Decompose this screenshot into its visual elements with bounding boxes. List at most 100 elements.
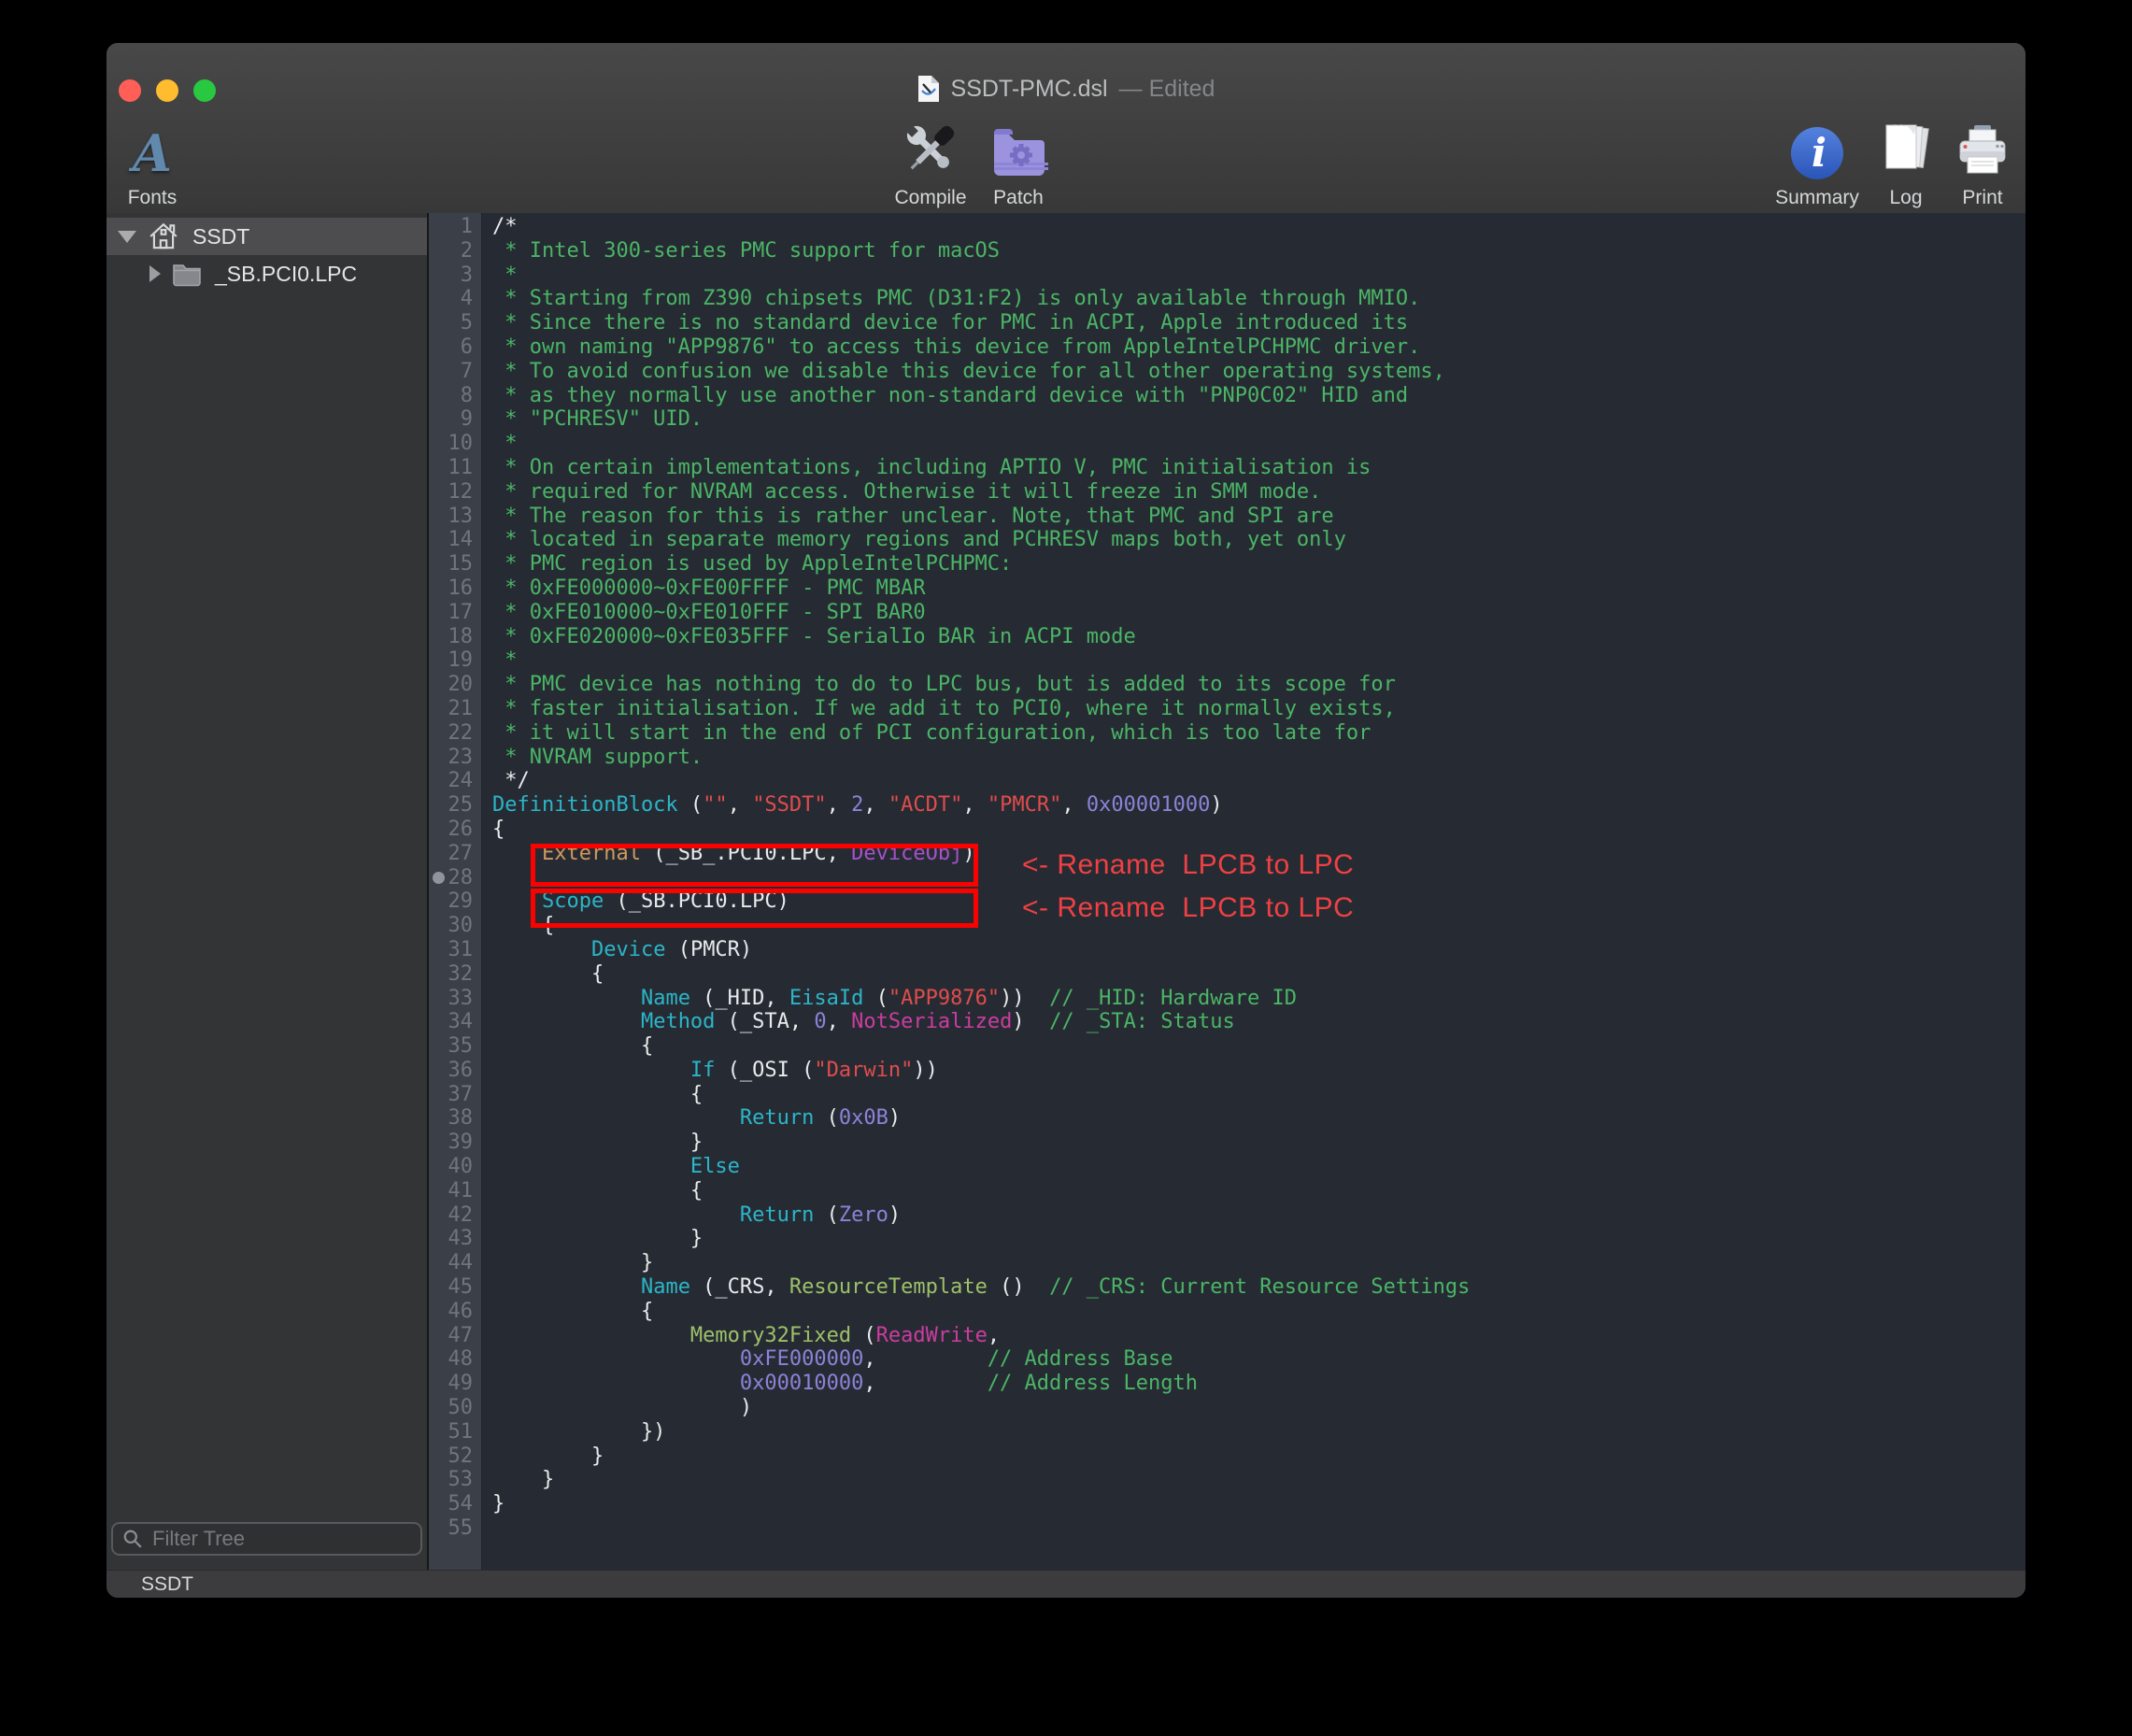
folder-icon xyxy=(172,261,202,287)
code-line: 0x00010000, // Address Length xyxy=(492,1372,2025,1396)
line-number: 25 xyxy=(429,793,481,818)
line-number: 30 xyxy=(429,914,481,938)
svg-text:i: i xyxy=(1812,130,1826,176)
print-label: Print xyxy=(1925,187,2025,209)
code-line: * On certain implementations, including … xyxy=(492,456,2025,480)
print-printer-icon xyxy=(1925,116,2025,181)
line-number: 29 xyxy=(429,889,481,914)
line-number: 24 xyxy=(429,769,481,793)
annotation-rename-scope: <- Rename LPCB to LPC xyxy=(1022,889,1354,928)
code-line: * own naming "APP9876" to access this de… xyxy=(492,335,2025,360)
line-number: 8 xyxy=(429,384,481,408)
code-line: /* xyxy=(492,215,2025,239)
code-line: * xyxy=(492,432,2025,456)
line-number: 51 xyxy=(429,1420,481,1444)
line-number: 11 xyxy=(429,456,481,480)
code-line: */ xyxy=(492,769,2025,793)
fonts-button[interactable]: A Fonts xyxy=(107,116,210,209)
line-number: 50 xyxy=(429,1396,481,1420)
code-line: { xyxy=(492,1034,2025,1059)
line-number: 43 xyxy=(429,1227,481,1251)
code-line: * To avoid confusion we disable this dev… xyxy=(492,360,2025,384)
code-line: * it will start in the end of PCI config… xyxy=(492,721,2025,746)
code-line: * xyxy=(492,263,2025,288)
sidebar-item-sb-pci0-lpc[interactable]: _SB.PCI0.LPC xyxy=(107,255,427,292)
disclosure-collapsed-icon[interactable] xyxy=(149,265,161,282)
code-line: * PMC region is used by AppleIntelPCHPMC… xyxy=(492,552,2025,576)
desktop: { "window_title": { "filename": "SSDT-PM… xyxy=(0,0,2132,1736)
code-line: * The reason for this is rather unclear.… xyxy=(492,505,2025,529)
code-line: } xyxy=(492,1227,2025,1251)
line-number: 40 xyxy=(429,1155,481,1179)
line-number: 1 xyxy=(429,215,481,239)
line-number: 17 xyxy=(429,601,481,625)
line-number: 2 xyxy=(429,239,481,263)
code-line: * located in separate memory regions and… xyxy=(492,528,2025,552)
patch-label: Patch xyxy=(960,187,1076,209)
code-line: } xyxy=(492,1492,2025,1516)
status-bar: SSDT xyxy=(107,1570,2025,1598)
patch-folder-icon xyxy=(960,116,1076,181)
line-number: 53 xyxy=(429,1468,481,1492)
status-selection-path: SSDT xyxy=(141,1573,193,1596)
line-number: 54 xyxy=(429,1492,481,1516)
line-number: 44 xyxy=(429,1251,481,1275)
line-number: 38 xyxy=(429,1106,481,1131)
line-number: 6 xyxy=(429,335,481,360)
fonts-label: Fonts xyxy=(107,187,210,209)
line-number: 18 xyxy=(429,625,481,649)
line-number: 33 xyxy=(429,987,481,1011)
filter-tree-field[interactable] xyxy=(111,1522,422,1556)
line-number: 49 xyxy=(429,1372,481,1396)
line-number: 37 xyxy=(429,1083,481,1107)
line-number: 31 xyxy=(429,938,481,962)
code-line: * NVRAM support. xyxy=(492,746,2025,770)
sidebar-root-label: SSDT xyxy=(192,224,249,249)
code-line: * xyxy=(492,648,2025,673)
fonts-icon: A xyxy=(107,116,210,181)
maciasl-window: SSDT-PMC.dsl — Edited A Fonts xyxy=(107,43,2025,1598)
code-line: * required for NVRAM access. Otherwise i… xyxy=(492,480,2025,505)
annotation-rename-external: <- Rename LPCB to LPC xyxy=(1022,846,1354,885)
line-number: 10 xyxy=(429,432,481,456)
window-title: SSDT-PMC.dsl — Edited xyxy=(107,73,2025,105)
line-number: 34 xyxy=(429,1010,481,1034)
code-line xyxy=(492,1516,2025,1541)
code-line: * 0xFE020000~0xFE035FFF - SerialIo BAR i… xyxy=(492,625,2025,649)
highlight-box-scope-line xyxy=(531,889,978,928)
patch-button[interactable]: Patch xyxy=(960,116,1076,209)
line-number: 52 xyxy=(429,1444,481,1469)
code-line: If (_OSI ("Darwin")) xyxy=(492,1059,2025,1083)
code-line: * "PCHRESV" UID. xyxy=(492,407,2025,432)
line-number: 20 xyxy=(429,673,481,697)
line-number-gutter: 1234567891011121314151617181920212223242… xyxy=(429,213,482,1570)
line-number: 4 xyxy=(429,287,481,311)
code-line: Device (PMCR) xyxy=(492,938,2025,962)
line-number: 3 xyxy=(429,263,481,288)
code-line: * 0xFE010000~0xFE010FFF - SPI BAR0 xyxy=(492,601,2025,625)
code-line: * Since there is no standard device for … xyxy=(492,311,2025,335)
code-line: Method (_STA, 0, NotSerialized) // _STA:… xyxy=(492,1010,2025,1034)
line-number: 55 xyxy=(429,1516,481,1541)
filter-tree-input[interactable] xyxy=(150,1526,423,1552)
line-number: 15 xyxy=(429,552,481,576)
line-number: 36 xyxy=(429,1059,481,1083)
line-number: 35 xyxy=(429,1034,481,1059)
window-title-edited-suffix: — Edited xyxy=(1119,76,1215,103)
line-marker-dot xyxy=(433,872,445,884)
disclosure-expanded-icon[interactable] xyxy=(118,231,136,243)
code-line: { xyxy=(492,962,2025,987)
line-number: 48 xyxy=(429,1347,481,1372)
line-number: 39 xyxy=(429,1131,481,1155)
line-number: 9 xyxy=(429,407,481,432)
code-line: * Starting from Z390 chipsets PMC (D31:F… xyxy=(492,287,2025,311)
line-number: 22 xyxy=(429,721,481,746)
sidebar-item-ssdt[interactable]: SSDT xyxy=(107,218,427,255)
search-icon xyxy=(122,1529,143,1549)
window-title-filename: SSDT-PMC.dsl xyxy=(951,76,1108,103)
print-button[interactable]: Print xyxy=(1925,116,2025,209)
code-line: Return (0x0B) xyxy=(492,1106,2025,1131)
line-number: 47 xyxy=(429,1324,481,1348)
code-line: } xyxy=(492,1444,2025,1469)
main-content: SSDT _SB.PCI0.LPC xyxy=(107,213,2025,1570)
